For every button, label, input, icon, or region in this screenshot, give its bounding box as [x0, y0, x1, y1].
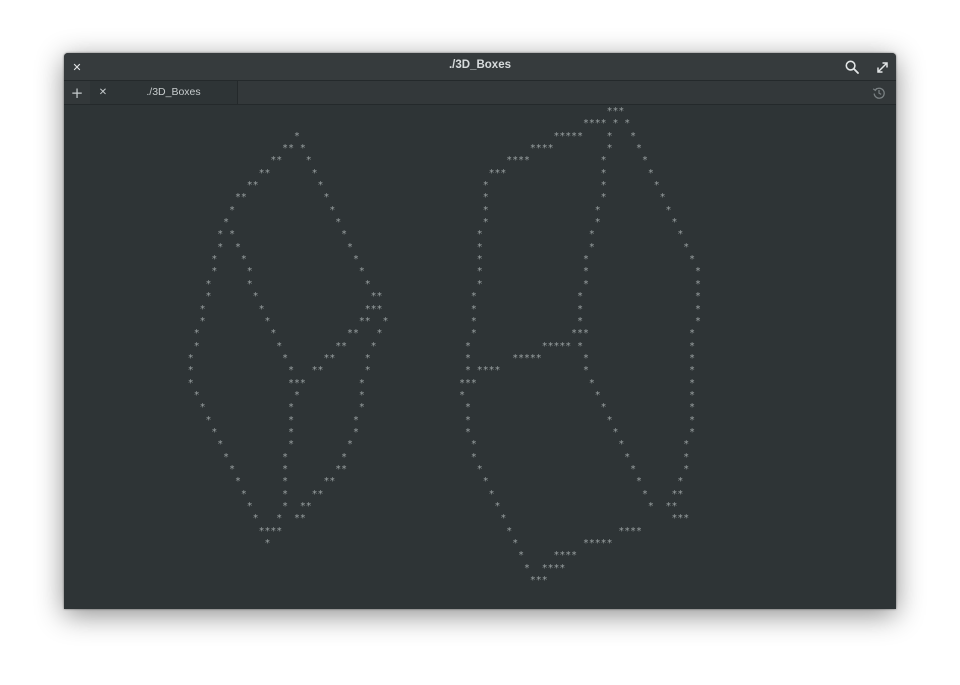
tab-label: ./3D_Boxes: [146, 86, 201, 98]
tab-3d-boxes[interactable]: ✕ ./3D_Boxes: [90, 81, 238, 104]
ascii-art-output: *** **** * * * ***** * * ** * **** * * *…: [187, 106, 701, 587]
tab-close-icon[interactable]: ✕: [94, 83, 112, 101]
fullscreen-icon[interactable]: [872, 57, 892, 77]
tab-bar: + ✕ ./3D_Boxes: [64, 81, 896, 105]
terminal-output[interactable]: *** **** * * * ***** * * ** * **** * * *…: [64, 105, 896, 609]
new-tab-button[interactable]: +: [64, 81, 91, 104]
title-bar: ✕ ./3D_Boxes: [64, 53, 896, 81]
window-title: ./3D_Boxes: [448, 59, 511, 71]
search-icon[interactable]: [842, 57, 862, 77]
history-icon[interactable]: [870, 84, 888, 102]
terminal-window: ✕ ./3D_Boxes + ✕ ./3D_Boxes *** **** * *…: [64, 53, 896, 609]
